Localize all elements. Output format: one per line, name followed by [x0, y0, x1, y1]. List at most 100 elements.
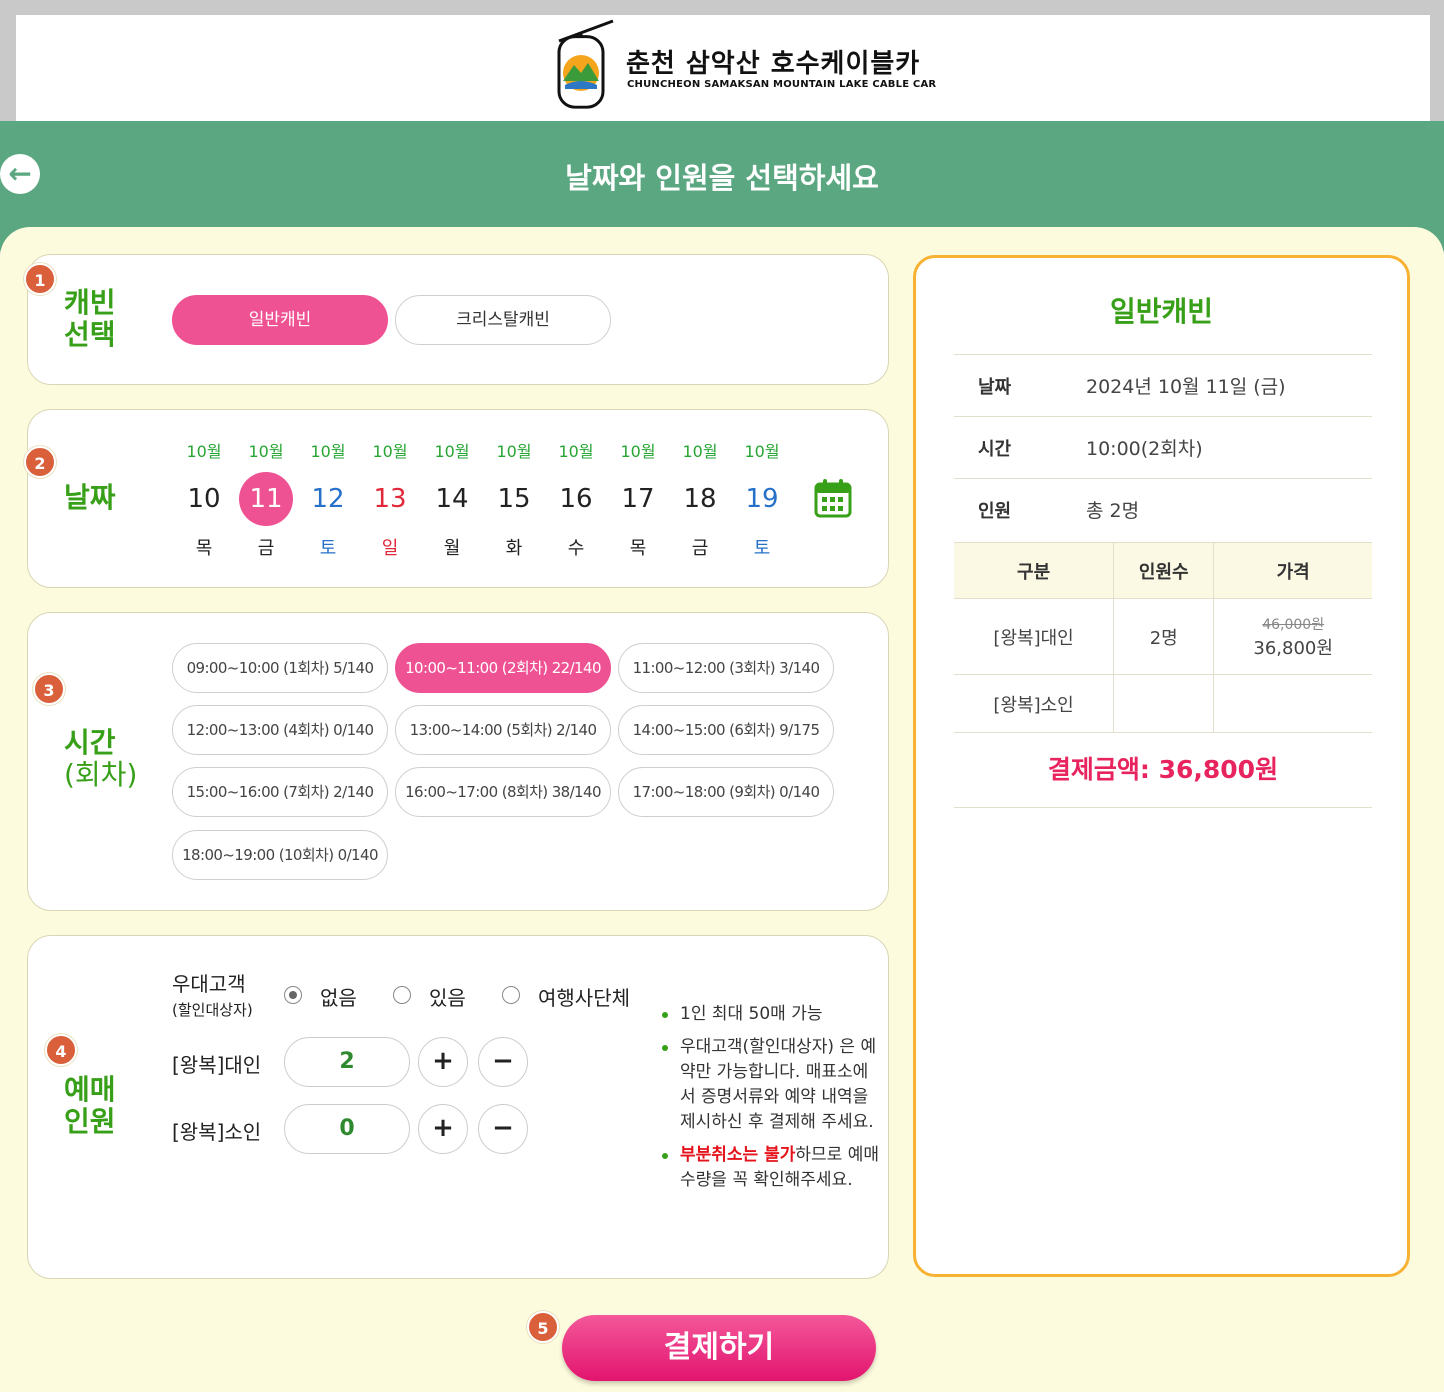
- date-day: 19: [745, 484, 779, 514]
- cabin-label: 캐빈 선택: [64, 287, 116, 351]
- date-weekday: 수: [567, 538, 585, 559]
- summary-row-date: 날짜 2024년 10월 11일 (금): [954, 354, 1372, 416]
- row-count: [1113, 674, 1214, 733]
- cabin-option-general[interactable]: 일반캐빈: [172, 295, 388, 345]
- time-slot[interactable]: 18:00~19:00 (10회차) 0/140: [172, 830, 388, 880]
- step-badge-2: 2: [24, 446, 56, 478]
- radio-yes[interactable]: [393, 986, 411, 1004]
- page-title: 날짜와 인원을 선택하세요: [565, 161, 879, 195]
- table-row: [왕복]소인: [954, 674, 1372, 733]
- date-day: 14: [435, 484, 469, 514]
- summary-row-time: 시간 10:00(2회차): [954, 416, 1372, 478]
- date-label: 날짜: [64, 481, 116, 514]
- total-amount: 결제금액: 36,800원: [954, 732, 1372, 808]
- date-item[interactable]: 10월 16 수: [545, 440, 607, 560]
- summary-key: 인원: [978, 501, 1012, 522]
- booking-panel: 1 캐빈 선택 일반캐빈 크리스탈캐빈 2 날짜 10월 10 목 10월 11…: [0, 227, 1444, 1392]
- row-type: [왕복]소인: [954, 674, 1114, 733]
- date-weekday: 목: [195, 538, 213, 559]
- cabin-label-line1: 캐빈: [64, 286, 116, 319]
- row-price: [1213, 674, 1372, 733]
- step-badge-4: 4: [45, 1034, 77, 1066]
- summary-value: 총 2명: [1086, 500, 1140, 522]
- header-type: 구분: [954, 542, 1114, 599]
- date-day: 12: [311, 484, 345, 514]
- radio-travel-group[interactable]: [502, 986, 520, 1004]
- summary-row-people: 인원 총 2명: [954, 478, 1372, 540]
- note-max-tickets: 1인 최대 50매 가능: [660, 1002, 880, 1027]
- header-price: 가격: [1213, 542, 1372, 599]
- radio-none-label[interactable]: 없음: [320, 982, 357, 1011]
- adult-plus-button[interactable]: +: [418, 1037, 468, 1087]
- adult-label: [왕복]대인: [172, 1053, 262, 1077]
- time-slot[interactable]: 16:00~17:00 (8회차) 38/140: [395, 767, 611, 817]
- step-badge-5: 5: [527, 1311, 559, 1343]
- pay-button[interactable]: 결제하기: [562, 1315, 876, 1381]
- cabin-option-crystal[interactable]: 크리스탈캐빈: [395, 295, 611, 345]
- child-plus-button[interactable]: +: [418, 1104, 468, 1154]
- date-item[interactable]: 10월 12 토: [297, 440, 359, 560]
- date-month: 10월: [558, 442, 594, 461]
- time-label-line2: (회차): [64, 758, 138, 791]
- time-slot[interactable]: 12:00~13:00 (4회차) 0/140: [172, 705, 388, 755]
- date-item[interactable]: 10월 15 화: [483, 440, 545, 560]
- cabin-label-line2: 선택: [64, 318, 116, 351]
- child-label: [왕복]소인: [172, 1120, 262, 1144]
- site-header: 춘천 삼악산 호수케이블카 CHUNCHEON SAMAKSAN MOUNTAI…: [16, 15, 1430, 121]
- summary-value: 2024년 10월 11일 (금): [1086, 376, 1286, 398]
- time-label-line1: 시간: [64, 726, 116, 759]
- time-slot[interactable]: 14:00~15:00 (6회차) 9/175: [618, 705, 834, 755]
- date-month: 10월: [372, 442, 408, 461]
- time-select-card: 3 시간 (회차) 09:00~10:00 (1회차) 5/140 10:00~…: [27, 612, 889, 911]
- date-day: 11: [239, 472, 293, 526]
- date-weekday: 금: [257, 538, 275, 559]
- date-item[interactable]: 10월 18 금: [669, 440, 731, 560]
- time-slot[interactable]: 09:00~10:00 (1회차) 5/140: [172, 643, 388, 693]
- child-minus-button[interactable]: −: [478, 1104, 528, 1154]
- step-badge-3: 3: [33, 673, 65, 705]
- header-count: 인원수: [1113, 542, 1214, 599]
- row-price-cell: 46,000원 36,800원: [1213, 598, 1372, 675]
- time-slot-selected[interactable]: 10:00~11:00 (2회차) 22/140: [395, 643, 611, 693]
- date-item[interactable]: 10월 19 토: [731, 440, 793, 560]
- time-slot[interactable]: 17:00~18:00 (9회차) 0/140: [618, 767, 834, 817]
- date-month: 10월: [434, 442, 470, 461]
- date-month: 10월: [496, 442, 532, 461]
- date-weekday: 금: [691, 538, 709, 559]
- time-slot[interactable]: 11:00~12:00 (3회차) 3/140: [618, 643, 834, 693]
- note-no-partial-cancel: 부분취소는 불가하므로 예매수량을 꼭 확인해주세요.: [660, 1143, 880, 1193]
- child-quantity-field[interactable]: 0: [284, 1104, 410, 1154]
- people-label-line1: 예매: [64, 1073, 116, 1106]
- date-month: 10월: [310, 442, 346, 461]
- date-weekday: 목: [629, 538, 647, 559]
- row-type: [왕복]대인: [954, 598, 1114, 675]
- radio-yes-label[interactable]: 있음: [429, 982, 466, 1011]
- calendar-icon[interactable]: [814, 478, 852, 518]
- date-month: 10월: [620, 442, 656, 461]
- cable-car-logo[interactable]: 춘천 삼악산 호수케이블카 CHUNCHEON SAMAKSAN MOUNTAI…: [541, 19, 936, 109]
- date-day: 16: [559, 484, 593, 514]
- time-slot[interactable]: 13:00~14:00 (5회차) 2/140: [395, 705, 611, 755]
- date-item[interactable]: 10월 10 목: [173, 440, 235, 560]
- date-month: 10월: [682, 442, 718, 461]
- adult-quantity-field[interactable]: 2: [284, 1037, 410, 1087]
- date-item-selected[interactable]: 10월 11 금: [235, 440, 297, 560]
- date-item[interactable]: 10월 13 일: [359, 440, 421, 560]
- people-label: 예매 인원: [64, 1074, 116, 1138]
- date-weekday: 화: [505, 538, 523, 559]
- date-weekday: 토: [753, 538, 771, 559]
- discount-price: 36,800원: [1253, 637, 1333, 659]
- date-month: 10월: [248, 442, 284, 461]
- date-day: 15: [497, 484, 531, 514]
- price-table: 구분 인원수 가격 [왕복]대인 2명 46,000원 36,800원 [왕복]…: [954, 542, 1372, 733]
- radio-none[interactable]: [284, 986, 302, 1004]
- date-weekday: 일: [381, 538, 399, 559]
- adult-minus-button[interactable]: −: [478, 1037, 528, 1087]
- logo-english-name: CHUNCHEON SAMAKSAN MOUNTAIN LAKE CABLE C…: [627, 79, 937, 90]
- date-item[interactable]: 10월 17 목: [607, 440, 669, 560]
- radio-travel-group-label[interactable]: 여행사단체: [538, 982, 630, 1011]
- note-emphasis: 부분취소는 불가: [680, 1145, 796, 1165]
- time-slot[interactable]: 15:00~16:00 (7회차) 2/140: [172, 767, 388, 817]
- date-item[interactable]: 10월 14 월: [421, 440, 483, 560]
- date-day: 17: [621, 484, 655, 514]
